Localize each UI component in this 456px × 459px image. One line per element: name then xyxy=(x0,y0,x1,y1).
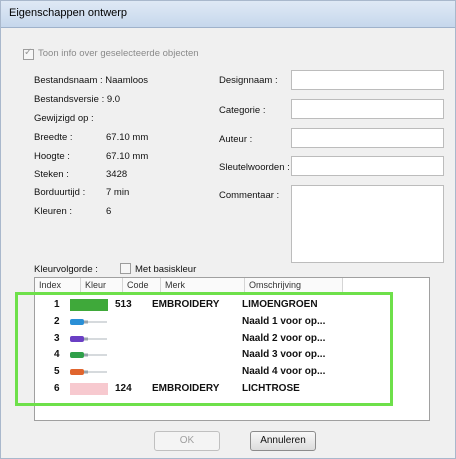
list-item[interactable]: 1 513 EMBROIDERY LIMOENGROEN xyxy=(18,297,390,313)
list-item[interactable]: 2 Naald 1 voor op... xyxy=(18,314,390,330)
designnaam-label: Designnaam : xyxy=(219,75,278,86)
row-code: 124 xyxy=(115,383,132,394)
dialog-title: Eigenschappen ontwerp xyxy=(9,7,128,19)
dialog-window: Eigenschappen ontwerp Toon info over ges… xyxy=(0,0,456,459)
sleutelwoorden-input[interactable] xyxy=(291,156,444,176)
list-item[interactable]: 4 Naald 3 voor op... xyxy=(18,347,390,363)
list-item[interactable]: 5 Naald 4 voor op... xyxy=(18,364,390,380)
row-merk: EMBROIDERY xyxy=(152,383,220,394)
commentaar-input[interactable] xyxy=(291,185,444,263)
row-index: 4 xyxy=(54,349,60,360)
auteur-input[interactable] xyxy=(291,128,444,148)
annuleren-button[interactable]: Annuleren xyxy=(250,431,316,451)
commentaar-label: Commentaar : xyxy=(219,190,280,201)
categorie-input[interactable] xyxy=(291,99,444,119)
steken-label: Steken : xyxy=(34,169,69,180)
header-omschrijving[interactable]: Omschrijving xyxy=(245,278,343,292)
met-basiskleur-label: Met basiskleur xyxy=(135,264,197,275)
bestandsversie-text: Bestandsversie : 9.0 xyxy=(34,94,121,105)
list-item[interactable]: 3 Naald 2 voor op... xyxy=(18,331,390,347)
steken-value: 3428 xyxy=(106,169,128,180)
row-omschrijving: LIMOENGROEN xyxy=(242,299,318,310)
row-index: 2 xyxy=(54,316,60,327)
borduurtijd-value: 7 min xyxy=(106,187,130,198)
show-info-label: Toon info over geselecteerde objecten xyxy=(38,48,199,59)
needle-icon xyxy=(70,319,107,325)
bestandsnaam-text: Bestandsnaam : Naamloos xyxy=(34,75,149,86)
needle-icon xyxy=(70,369,107,375)
row-index: 5 xyxy=(54,366,60,377)
row-index: 1 xyxy=(54,299,60,310)
header-code[interactable]: Code xyxy=(123,278,161,292)
categorie-label: Categorie : xyxy=(219,105,266,116)
row-code: 513 xyxy=(115,299,132,310)
hoogte-value: 67.10 mm xyxy=(106,151,149,162)
row-omschrijving: Naald 1 voor op... xyxy=(242,316,326,327)
breedte-value: 67.10 mm xyxy=(106,132,149,143)
row-merk: EMBROIDERY xyxy=(152,299,220,310)
auteur-label: Auteur : xyxy=(219,134,253,145)
header-kleur[interactable]: Kleur xyxy=(81,278,123,292)
header-merk[interactable]: Merk xyxy=(161,278,245,292)
color-swatch xyxy=(70,299,108,311)
row-omschrijving: LICHTROSE xyxy=(242,383,300,394)
met-basiskleur-checkbox[interactable] xyxy=(120,263,131,274)
kleurvolgorde-label: Kleurvolgorde : xyxy=(34,264,98,275)
needle-icon xyxy=(70,336,107,342)
row-index: 6 xyxy=(54,383,60,394)
kleuren-value: 6 xyxy=(106,206,112,217)
row-index: 3 xyxy=(54,333,60,344)
designnaam-input[interactable] xyxy=(291,70,444,90)
row-omschrijving: Naald 2 voor op... xyxy=(242,333,326,344)
gewijzigd-text: Gewijzigd op : xyxy=(34,113,94,124)
header-index[interactable]: Index xyxy=(35,278,81,292)
kleuren-label: Kleuren : xyxy=(34,206,73,217)
ok-button[interactable]: OK xyxy=(154,431,220,451)
row-omschrijving: Naald 3 voor op... xyxy=(242,349,326,360)
borduurtijd-label: Borduurtijd : xyxy=(34,187,86,198)
breedte-label: Breedte : xyxy=(34,132,73,143)
hoogte-label: Hoogte : xyxy=(34,151,70,162)
show-info-checkbox[interactable] xyxy=(23,47,34,60)
color-swatch xyxy=(70,383,108,395)
sleutelwoorden-label: Sleutelwoorden : xyxy=(219,162,290,173)
row-omschrijving: Naald 4 voor op... xyxy=(242,366,326,377)
needle-icon xyxy=(70,352,107,358)
title-bar: Eigenschappen ontwerp xyxy=(1,1,455,28)
list-item[interactable]: 6 124 EMBROIDERY LICHTROSE xyxy=(18,381,390,397)
